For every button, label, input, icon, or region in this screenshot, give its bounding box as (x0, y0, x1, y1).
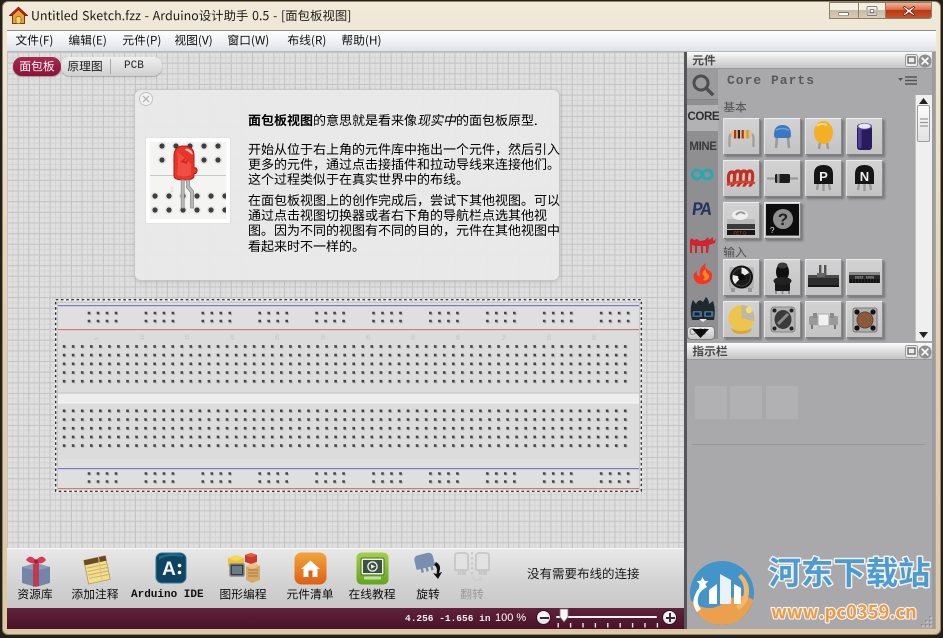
svg-text:15: 15 (185, 334, 191, 340)
svg-text:45: 45 (456, 334, 462, 340)
svg-text:35: 35 (366, 334, 372, 340)
svg-text:60: 60 (592, 334, 598, 340)
svg-text:8888 8888: 8888 8888 (855, 276, 874, 280)
svg-text:30: 30 (321, 334, 327, 340)
svg-text:40: 40 (411, 334, 417, 340)
svg-text:?: ? (778, 210, 788, 229)
svg-text:10: 10 (140, 334, 146, 340)
svg-text:1: 1 (170, 187, 174, 194)
svg-text:N: N (860, 169, 869, 184)
svg-text:?: ? (770, 226, 775, 235)
svg-text:5: 5 (94, 337, 100, 340)
svg-text:50: 50 (502, 334, 508, 340)
svg-text:FET D: FET D (734, 231, 748, 236)
svg-text:A: A (162, 559, 176, 580)
svg-text:25: 25 (275, 334, 281, 340)
svg-text:20: 20 (230, 334, 236, 340)
svg-text:P: P (819, 169, 828, 184)
svg-text:55: 55 (547, 334, 553, 340)
